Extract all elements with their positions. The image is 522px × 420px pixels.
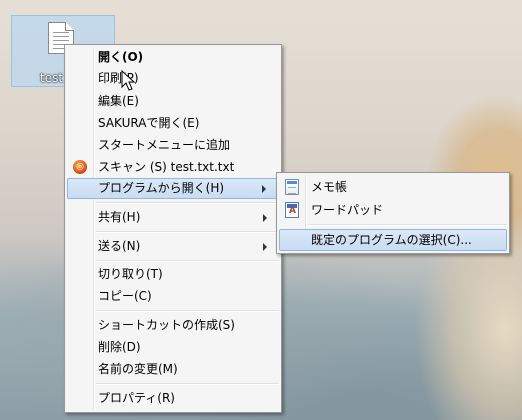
menu-item-delete-label: 削除(D) (98, 340, 141, 354)
menu-item-cut-label: 切り取り(T) (98, 267, 163, 281)
submenu-item-notepad[interactable]: メモ帳 (279, 176, 507, 198)
menu-item-open-with-label: プログラムから開く(H) (98, 181, 225, 195)
menu-item-add-start-menu-label: スタートメニューに追加 (98, 138, 231, 152)
menu-item-print[interactable]: 印刷(P) (67, 68, 279, 89)
menu-item-share[interactable]: 共有(H) (67, 207, 279, 228)
menu-item-rename-label: 名前の変更(M) (98, 362, 178, 376)
menu-item-scan[interactable]: ◎ スキャン (S) test.txt.txt (67, 157, 279, 178)
submenu-arrow-icon (263, 243, 267, 251)
menu-item-add-start-menu[interactable]: スタートメニューに追加 (67, 135, 279, 156)
open-with-submenu: メモ帳 ワードパッド 既定のプログラムの選択(C)... (276, 172, 510, 254)
menu-separator (96, 383, 279, 385)
wordpad-icon (285, 202, 299, 218)
menu-item-create-shortcut[interactable]: ショートカットの作成(S) (67, 315, 279, 336)
mouse-cursor-icon (121, 70, 136, 91)
menu-separator (96, 260, 279, 262)
menu-item-properties[interactable]: プロパティ(R) (67, 388, 279, 409)
submenu-item-wordpad[interactable]: ワードパッド (279, 199, 507, 221)
submenu-arrow-icon (262, 185, 266, 193)
menu-item-delete[interactable]: 削除(D) (67, 337, 279, 358)
menu-item-open-sakura[interactable]: SAKURAで開く(E) (67, 113, 279, 134)
menu-item-create-shortcut-label: ショートカットの作成(S) (98, 318, 235, 332)
menu-item-copy-label: コピー(C) (98, 289, 152, 303)
menu-item-send-to[interactable]: 送る(N) (67, 236, 279, 257)
submenu-item-wordpad-label: ワードパッド (311, 203, 384, 217)
menu-item-copy[interactable]: コピー(C) (67, 286, 279, 307)
context-menu: 開く(O) 印刷(P) 編集(E) SAKURAで開く(E) スタートメニューに… (64, 44, 282, 413)
submenu-item-choose-default[interactable]: 既定のプログラムの選択(C)... (279, 229, 507, 251)
menu-item-open[interactable]: 開く(O) (67, 47, 279, 68)
submenu-item-notepad-label: メモ帳 (311, 180, 348, 194)
notepad-icon (285, 179, 299, 195)
menu-item-share-label: 共有(H) (98, 210, 141, 224)
menu-separator (96, 202, 279, 204)
menu-item-edit[interactable]: 編集(E) (67, 91, 279, 112)
menu-separator (96, 231, 279, 233)
menu-item-scan-label: スキャン (S) test.txt.txt (98, 160, 235, 174)
submenu-separator (308, 224, 507, 226)
menu-item-send-to-label: 送る(N) (98, 239, 141, 253)
scan-icon: ◎ (73, 160, 87, 174)
menu-item-cut[interactable]: 切り取り(T) (67, 264, 279, 285)
submenu-item-choose-default-label: 既定のプログラムの選択(C)... (311, 233, 472, 247)
menu-item-rename[interactable]: 名前の変更(M) (67, 359, 279, 380)
menu-item-edit-label: 編集(E) (98, 94, 139, 108)
submenu-arrow-icon (263, 214, 267, 222)
desktop-file-label: test (40, 71, 64, 85)
menu-item-properties-label: プロパティ(R) (98, 391, 175, 405)
menu-separator (96, 310, 279, 312)
menu-item-open-sakura-label: SAKURAで開く(E) (98, 116, 200, 130)
menu-item-open-with[interactable]: プログラムから開く(H) (67, 178, 279, 199)
menu-item-open-label: 開く(O) (98, 50, 144, 64)
